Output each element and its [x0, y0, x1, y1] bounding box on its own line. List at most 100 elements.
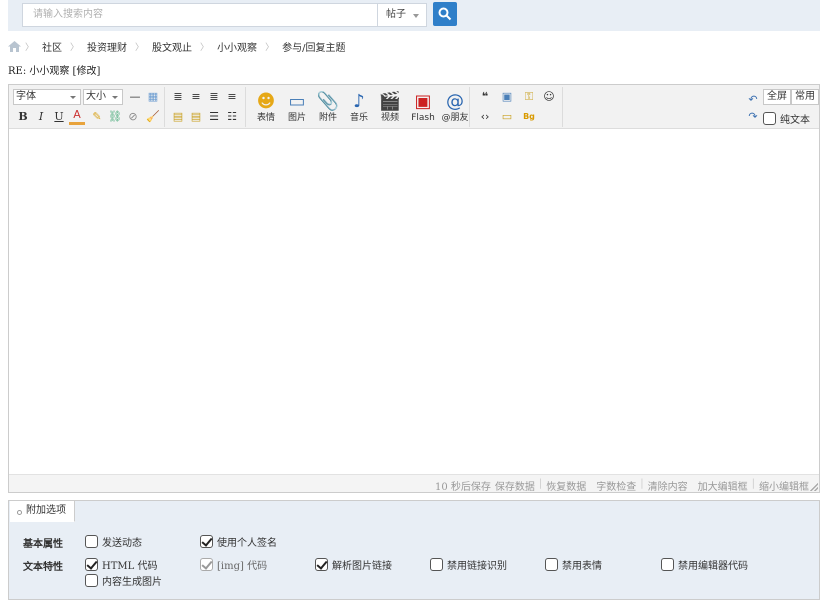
- align-justify-icon[interactable]: ≣: [206, 89, 222, 105]
- chevron-down-icon: [413, 14, 419, 18]
- autosave-status: 10 秒后保存: [434, 482, 491, 493]
- horizontal-rule-icon[interactable]: —: [127, 89, 143, 105]
- clapperboard-icon: 🎬: [378, 91, 402, 112]
- font-color-icon[interactable]: A: [69, 109, 85, 125]
- text-features-label: 文本特性: [23, 562, 63, 573]
- background-music-icon[interactable]: Bg: [521, 109, 537, 125]
- plaintext-toggle[interactable]: 纯文本: [763, 111, 810, 126]
- breadcrumb-item-investment[interactable]: 投资理财: [87, 39, 127, 54]
- html-code-option[interactable]: HTML 代码: [85, 557, 157, 572]
- send-feed-checkbox[interactable]: [85, 534, 98, 548]
- post-editor: 字体 大小 — ▦ B I U A ✎ ⛓ ⊘ 🧹 ≣ ≡ ≣ ≡ ▤ ▤ ☰ …: [8, 84, 820, 493]
- undo-icon[interactable]: ↶: [745, 92, 761, 108]
- send-feed-option[interactable]: 发送动态: [85, 534, 142, 549]
- font-family-select[interactable]: 字体: [13, 89, 81, 105]
- parse-image-links-label: 解析图片链接: [332, 560, 392, 572]
- align-left-icon[interactable]: ≣: [170, 89, 186, 105]
- divider: |: [538, 478, 543, 489]
- float-right-icon[interactable]: ▤: [188, 109, 204, 125]
- qq-icon[interactable]: ☺: [541, 89, 557, 105]
- disable-link-detect-checkbox[interactable]: [430, 557, 443, 571]
- highlight-icon[interactable]: ✎: [89, 109, 105, 125]
- unordered-list-icon[interactable]: ☷: [224, 109, 240, 125]
- clear-content-link[interactable]: 清除内容: [648, 478, 688, 493]
- img-code-label: [img] 代码: [217, 560, 268, 572]
- word-count-link[interactable]: 字数检查: [596, 478, 636, 493]
- extra-options-tab[interactable]: 附加选项: [10, 501, 75, 522]
- table-icon[interactable]: ▦: [145, 89, 161, 105]
- flash-button[interactable]: ▣ Flash: [406, 91, 440, 127]
- content-to-image-checkbox[interactable]: [85, 573, 98, 587]
- unlink-icon[interactable]: ⊘: [125, 109, 141, 125]
- music-label: 音乐: [349, 113, 368, 123]
- plaintext-label: 纯文本: [780, 114, 810, 126]
- search-input[interactable]: 请输入搜索内容: [22, 3, 378, 27]
- plaintext-checkbox[interactable]: [763, 111, 776, 125]
- use-signature-option[interactable]: 使用个人签名: [200, 534, 277, 549]
- breadcrumb-item-stock-articles[interactable]: 股文观止: [152, 39, 192, 54]
- quote-icon[interactable]: ❝: [477, 89, 493, 105]
- restore-data-link[interactable]: 恢复数据: [546, 478, 586, 493]
- chevron-down-icon: [70, 96, 76, 99]
- code-icon[interactable]: ‹›: [477, 109, 493, 125]
- italic-icon[interactable]: I: [33, 109, 49, 125]
- use-signature-checkbox[interactable]: [200, 534, 213, 548]
- font-size-select[interactable]: 大小: [83, 89, 123, 105]
- disable-smilies-option[interactable]: 禁用表情: [545, 557, 602, 572]
- editor-statusbar: 10 秒后保存 保存数据 | 恢复数据 字数检查 | 清除内容 加大编辑框 | …: [9, 474, 819, 493]
- mention-button[interactable]: @ @朋友: [439, 91, 471, 127]
- enlarge-editor-link[interactable]: 加大编辑框: [698, 478, 748, 493]
- fullscreen-button[interactable]: 全屏: [763, 89, 791, 105]
- attachment-button[interactable]: 📎 附件: [313, 91, 343, 127]
- parse-image-links-option[interactable]: 解析图片链接: [315, 557, 392, 572]
- music-button[interactable]: ♪ 音乐: [344, 91, 374, 127]
- flash-icon: ▣: [414, 91, 432, 112]
- post-subject: RE: 小小观察 [修改]: [8, 66, 101, 77]
- redo-icon[interactable]: ↷: [745, 109, 761, 125]
- disable-link-detect-option[interactable]: 禁用链接识别: [430, 557, 507, 572]
- shrink-editor-link[interactable]: 缩小编辑框: [759, 478, 809, 493]
- disable-smilies-checkbox[interactable]: [545, 557, 558, 571]
- breadcrumb-item-current: 参与/回复主题: [282, 42, 346, 54]
- save-data-link[interactable]: 保存数据: [495, 478, 535, 493]
- password-icon[interactable]: ⚿: [521, 89, 537, 105]
- disable-editor-code-label: 禁用编辑器代码: [678, 560, 748, 572]
- float-left-icon[interactable]: ▤: [170, 109, 186, 125]
- parse-image-links-checkbox[interactable]: [315, 557, 328, 571]
- breadcrumb-item-community[interactable]: 社区: [42, 39, 62, 54]
- flash-label: Flash: [411, 113, 435, 123]
- disable-editor-code-option[interactable]: 禁用编辑器代码: [661, 557, 748, 572]
- disable-editor-code-checkbox[interactable]: [661, 557, 674, 571]
- code-block-icon[interactable]: ▣: [499, 89, 515, 105]
- link-icon[interactable]: ⛓: [107, 109, 123, 125]
- align-right-icon[interactable]: ≡: [224, 89, 240, 105]
- image-button[interactable]: ▭ 图片: [282, 91, 312, 127]
- video-button[interactable]: 🎬 视频: [375, 91, 405, 127]
- editor-content-area[interactable]: [9, 129, 819, 474]
- use-signature-label: 使用个人签名: [217, 537, 277, 549]
- breadcrumb-separator: 〉: [200, 42, 210, 53]
- disable-smilies-label: 禁用表情: [562, 560, 602, 572]
- content-to-image-option[interactable]: 内容生成图片: [85, 573, 162, 588]
- toolbar-format-group: 字体 大小 — ▦ B I U A ✎ ⛓ ⊘ 🧹: [11, 87, 165, 127]
- search-button[interactable]: [433, 2, 457, 26]
- align-center-icon[interactable]: ≡: [188, 89, 204, 105]
- breadcrumb-separator: 〉: [25, 42, 35, 53]
- bold-icon[interactable]: B: [15, 109, 31, 125]
- emoji-button[interactable]: ☻ 表情: [251, 91, 281, 127]
- img-code-option: [img] 代码: [200, 557, 268, 572]
- ordered-list-icon[interactable]: ☰: [206, 109, 222, 125]
- html-code-checkbox[interactable]: [85, 557, 98, 571]
- search-type-select[interactable]: 帖子: [377, 3, 427, 27]
- font-family-label: 字体: [16, 91, 36, 102]
- home-icon[interactable]: [8, 40, 21, 52]
- breadcrumb-separator: 〉: [70, 42, 80, 53]
- clear-format-icon[interactable]: 🧹: [145, 109, 161, 125]
- underline-icon[interactable]: U: [51, 109, 67, 125]
- free-content-icon[interactable]: ▭: [499, 109, 515, 125]
- common-button[interactable]: 常用: [791, 89, 819, 105]
- resize-handle[interactable]: [810, 483, 818, 491]
- img-code-checkbox: [200, 557, 213, 571]
- breadcrumb-item-thread[interactable]: 小小观察: [217, 39, 257, 54]
- divider: |: [751, 478, 755, 489]
